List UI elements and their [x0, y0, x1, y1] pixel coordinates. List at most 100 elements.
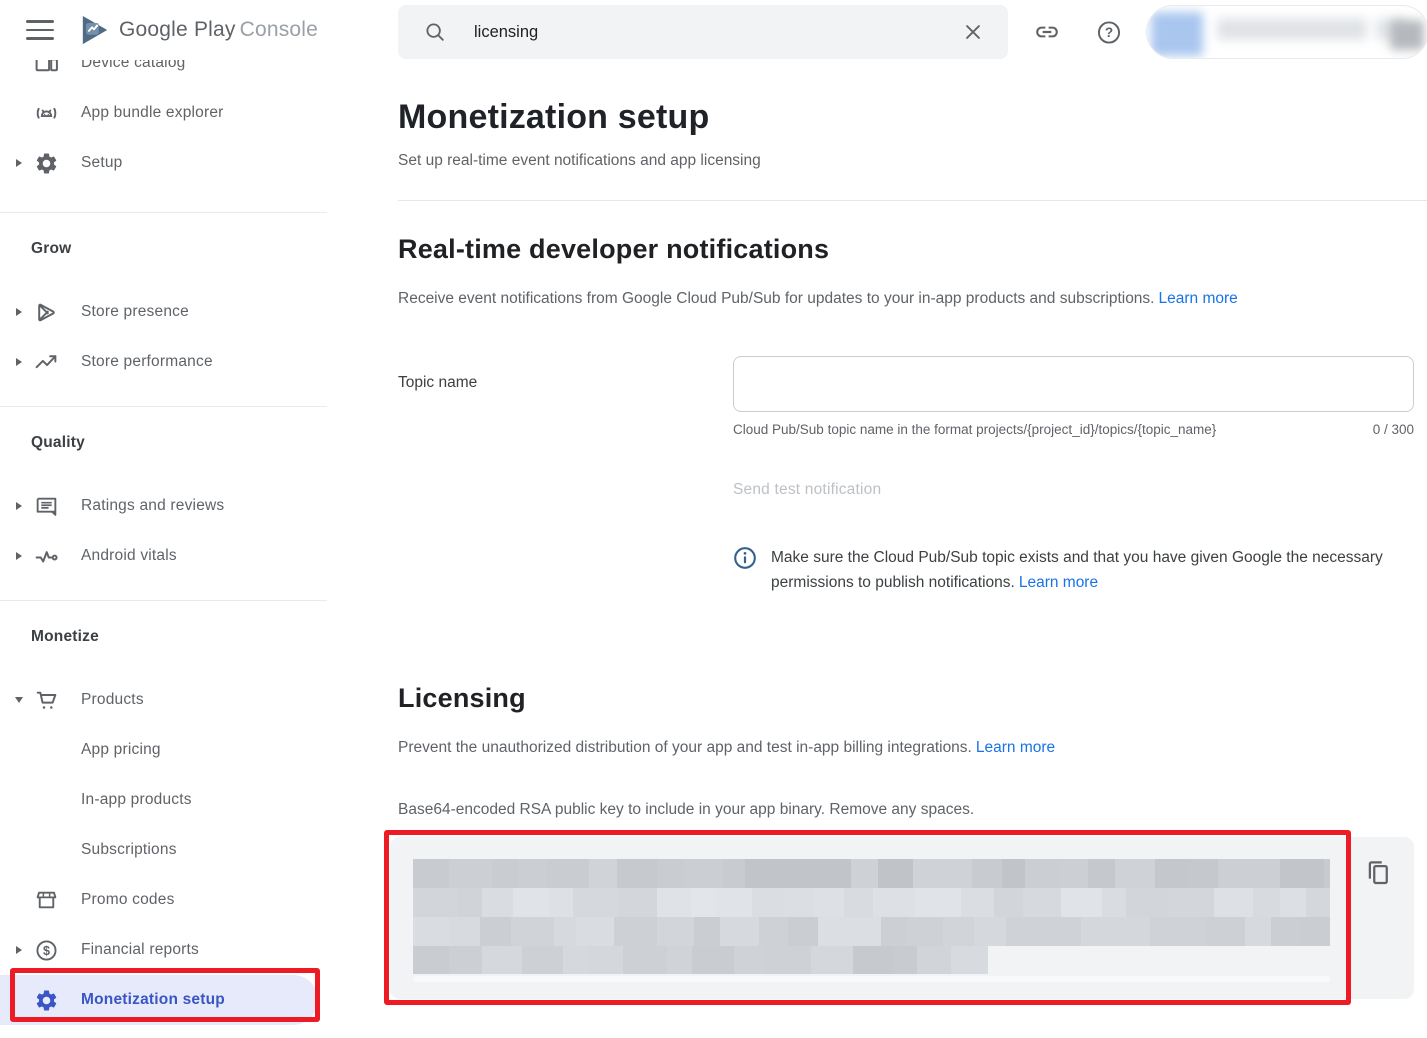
chevron-right-icon[interactable]: [6, 159, 32, 167]
top-bar: ?: [398, 0, 1414, 60]
financial-reports-icon: $: [34, 938, 59, 963]
sidebar-divider: [0, 406, 327, 407]
topic-name-label: Topic name: [398, 356, 733, 412]
play-logo-icon: [80, 14, 110, 46]
copy-link-icon[interactable]: [1034, 19, 1060, 45]
topic-name-row: Topic name: [398, 356, 1414, 412]
sidebar-item-label: Ratings and reviews: [81, 497, 224, 515]
ratings-and-reviews-icon: [34, 494, 59, 519]
licensing-description: Prevent the unauthorized distribution of…: [398, 736, 1414, 759]
sidebar-item-ratings-and-reviews[interactable]: Ratings and reviews: [0, 481, 327, 531]
page-subtitle: Set up real-time event notifications and…: [398, 152, 1414, 170]
rtdn-description-text: Receive event notifications from Google …: [398, 290, 1155, 307]
sidebar-item-label: Products: [81, 691, 144, 709]
licensing-description-text: Prevent the unauthorized distribution of…: [398, 739, 972, 756]
sidebar-item-subscriptions[interactable]: Subscriptions: [0, 825, 327, 875]
chevron-right-icon[interactable]: [6, 502, 32, 510]
chevron-right-icon[interactable]: [6, 552, 32, 560]
send-test-notification-button[interactable]: Send test notification: [733, 481, 881, 499]
key-horizontal-scrollbar[interactable]: [413, 976, 1330, 982]
logo-text: Google PlayConsole: [119, 18, 318, 42]
logo-name: Google Play: [119, 18, 236, 41]
sidebar-divider: [0, 212, 327, 213]
sidebar-item-financial-reports[interactable]: $ Financial reports: [0, 925, 327, 975]
info-learn-more-link[interactable]: Learn more: [1019, 574, 1098, 591]
sidebar-item-label: Promo codes: [81, 891, 175, 909]
rtdn-description: Receive event notifications from Google …: [398, 287, 1414, 310]
search-box[interactable]: [398, 5, 1008, 59]
sidebar-nav: Device catalog App bundle explorer: [0, 60, 327, 1025]
search-clear-icon[interactable]: [960, 19, 986, 45]
sidebar-item-label: Monetization setup: [81, 991, 225, 1009]
chevron-down-icon[interactable]: [6, 697, 32, 703]
license-key-panel: [390, 837, 1414, 999]
sidebar-item-label: Store presence: [81, 303, 189, 321]
base64-key-instructions: Base64-encoded RSA public key to include…: [398, 801, 1414, 819]
sidebar-item-monetization-setup[interactable]: Monetization setup: [0, 975, 318, 1025]
help-icon[interactable]: ?: [1096, 19, 1122, 45]
sidebar-item-promo-codes[interactable]: Promo codes: [0, 875, 327, 925]
android-vitals-icon: [34, 544, 59, 569]
sidebar-divider: [0, 600, 327, 601]
sidebar-item-store-presence[interactable]: Store presence: [0, 287, 327, 337]
app-bundle-explorer-icon: [34, 101, 59, 126]
license-key-container: [398, 837, 1414, 999]
sidebar-item-label: Subscriptions: [81, 841, 177, 859]
sidebar-item-in-app-products[interactable]: In-app products: [0, 775, 327, 825]
sidebar-section-quality: Quality: [31, 431, 327, 455]
info-text: Make sure the Cloud Pub/Sub topic exists…: [771, 545, 1403, 595]
sidebar-item-products[interactable]: Products: [0, 675, 327, 725]
svg-text:$: $: [43, 943, 50, 957]
monetization-setup-gear-icon: [34, 988, 59, 1013]
topic-helper-text: Cloud Pub/Sub topic name in the format p…: [733, 422, 1216, 437]
sidebar-item-label: Financial reports: [81, 941, 199, 959]
chevron-right-icon[interactable]: [6, 358, 32, 366]
sidebar-item-device-catalog[interactable]: Device catalog: [0, 60, 327, 88]
sidebar-header: Google PlayConsole: [0, 0, 327, 60]
promo-codes-storefront-icon: [34, 888, 59, 913]
licensing-heading: Licensing: [398, 683, 1414, 714]
sidebar-item-label: Android vitals: [81, 547, 177, 565]
sidebar-section-monetize: Monetize: [31, 625, 327, 649]
sidebar-item-label: Store performance: [81, 353, 213, 371]
section-divider: [398, 200, 1427, 201]
google-play-console-logo[interactable]: Google PlayConsole: [80, 14, 318, 46]
license-key-redacted: [413, 859, 1330, 974]
sidebar-item-label: In-app products: [81, 791, 192, 809]
search-input[interactable]: [474, 23, 960, 42]
copy-key-icon[interactable]: [1360, 855, 1396, 891]
products-cart-icon: [34, 688, 59, 713]
sidebar-item-label: App pricing: [81, 741, 161, 759]
store-performance-icon: [34, 350, 59, 375]
rtdn-heading: Real-time developer notifications: [398, 234, 1414, 265]
sidebar-item-store-performance[interactable]: Store performance: [0, 337, 327, 387]
sidebar-item-label: Setup: [81, 154, 123, 172]
setup-gear-icon: [34, 151, 59, 176]
sidebar-item-label: App bundle explorer: [81, 104, 224, 122]
sidebar-item-label: Device catalog: [81, 60, 185, 72]
hamburger-menu-icon[interactable]: [26, 20, 54, 40]
sidebar-item-app-pricing[interactable]: App pricing: [0, 725, 327, 775]
sidebar-item-setup[interactable]: Setup: [0, 138, 327, 188]
search-icon: [424, 21, 446, 43]
topic-name-input[interactable]: [733, 356, 1414, 412]
play-console-app: Google PlayConsole Device catalog: [0, 0, 1427, 1038]
logo-suffix: Console: [240, 18, 318, 41]
sidebar-item-android-vitals[interactable]: Android vitals: [0, 531, 327, 581]
chevron-right-icon[interactable]: [6, 946, 32, 954]
topic-helper-row: Cloud Pub/Sub topic name in the format p…: [733, 422, 1414, 437]
rtdn-learn-more-link[interactable]: Learn more: [1159, 290, 1238, 307]
device-catalog-icon: [34, 60, 59, 76]
info-icon: [733, 546, 757, 570]
char-counter: 0 / 300: [1373, 422, 1414, 437]
store-presence-icon: [34, 300, 59, 325]
svg-text:?: ?: [1105, 25, 1113, 40]
main-content: ? Monetization setup Set up real-time ev…: [327, 0, 1427, 1038]
sidebar-section-grow: Grow: [31, 237, 327, 261]
sidebar: Google PlayConsole Device catalog: [0, 0, 327, 1038]
account-selector-redacted[interactable]: [1146, 5, 1427, 59]
chevron-right-icon[interactable]: [6, 308, 32, 316]
pubsub-info-note: Make sure the Cloud Pub/Sub topic exists…: [733, 545, 1414, 595]
licensing-learn-more-link[interactable]: Learn more: [976, 739, 1055, 756]
sidebar-item-app-bundle-explorer[interactable]: App bundle explorer: [0, 88, 327, 138]
